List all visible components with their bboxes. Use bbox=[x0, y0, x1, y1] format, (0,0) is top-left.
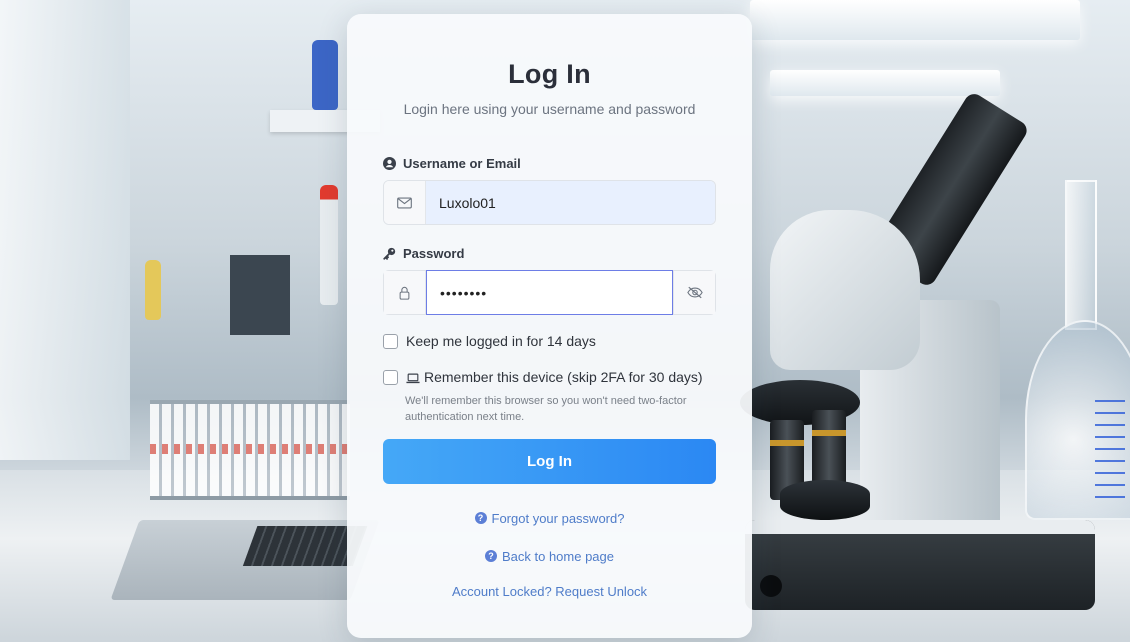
background-monitor bbox=[230, 255, 290, 335]
laptop-icon bbox=[406, 373, 420, 384]
password-label-text: Password bbox=[403, 246, 465, 261]
back-home-link[interactable]: ? Back to home page bbox=[484, 548, 615, 564]
username-label-text: Username or Email bbox=[403, 156, 521, 171]
page-title: Log In bbox=[508, 59, 591, 89]
account-locked-link[interactable]: Account Locked? Request Unlock bbox=[452, 584, 647, 599]
keep-logged-in-label: Keep me logged in for 14 days bbox=[406, 333, 596, 349]
forgot-password-row: ? Forgot your password? bbox=[383, 508, 716, 526]
user-circle-icon bbox=[383, 157, 396, 170]
keep-logged-in-option[interactable]: Keep me logged in for 14 days bbox=[383, 333, 716, 349]
username-label: Username or Email bbox=[383, 156, 716, 171]
keep-logged-in-checkbox[interactable] bbox=[383, 333, 398, 349]
page-subtitle: Login here using your username and passw… bbox=[403, 101, 696, 117]
background-lamp bbox=[750, 0, 1080, 40]
background-bottle bbox=[312, 40, 338, 110]
back-home-text: Back to home page bbox=[501, 548, 615, 564]
remember-device-hint: We'll remember this browser so you won't… bbox=[405, 395, 687, 423]
password-input-group bbox=[383, 270, 716, 315]
password-label: Password bbox=[383, 246, 716, 261]
background-laptop bbox=[110, 520, 380, 600]
question-circle-icon: ? bbox=[484, 550, 497, 562]
forgot-password-text: Forgot your password? bbox=[491, 510, 625, 526]
envelope-icon bbox=[384, 181, 426, 224]
username-input-group bbox=[383, 180, 716, 225]
remember-device-option[interactable]: Remember this device (skip 2FA for 30 da… bbox=[383, 369, 716, 385]
background-microscope bbox=[740, 80, 1110, 642]
remember-device-checkbox[interactable] bbox=[383, 369, 398, 385]
forgot-password-link[interactable]: ? Forgot your password? bbox=[474, 510, 625, 526]
background-test-tube-rack bbox=[150, 400, 350, 500]
remember-device-label: Remember this device (skip 2FA for 30 da… bbox=[424, 369, 703, 385]
lock-icon bbox=[384, 271, 426, 314]
password-input[interactable] bbox=[426, 270, 673, 315]
account-locked-row: Account Locked? Request Unlock bbox=[383, 583, 716, 601]
background-bottle bbox=[145, 260, 161, 320]
back-home-row: ? Back to home page bbox=[383, 546, 716, 564]
background-bottle bbox=[320, 185, 338, 305]
key-icon bbox=[383, 247, 396, 260]
username-input[interactable] bbox=[426, 181, 715, 224]
background-window bbox=[0, 0, 130, 460]
question-circle-icon: ? bbox=[474, 512, 487, 524]
login-card: Log In Login here using your username an… bbox=[347, 14, 752, 638]
eye-slash-icon[interactable] bbox=[673, 271, 715, 314]
login-button[interactable]: Log In bbox=[383, 439, 716, 484]
